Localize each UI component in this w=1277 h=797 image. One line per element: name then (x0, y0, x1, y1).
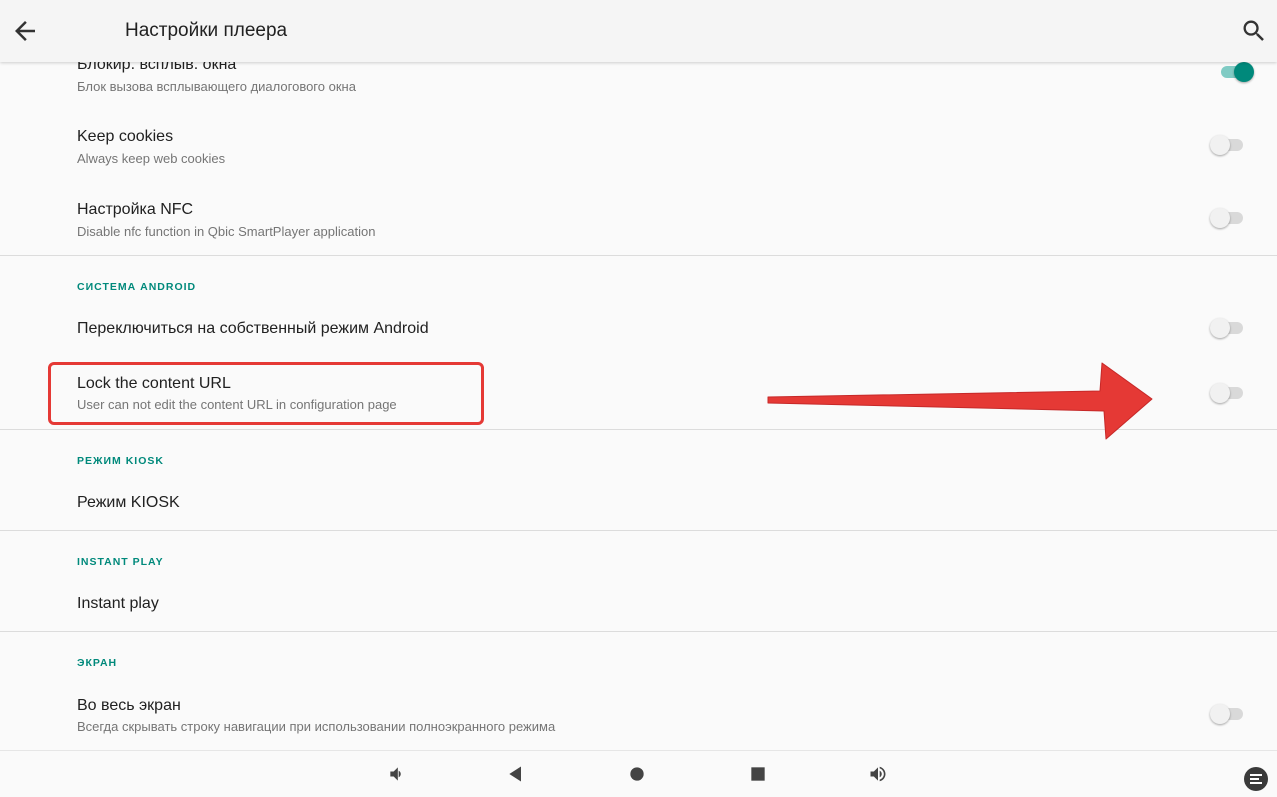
keep-cookies-switch[interactable] (1210, 134, 1246, 156)
native-android-switch[interactable] (1210, 317, 1246, 339)
search-icon[interactable] (1240, 17, 1268, 45)
pref-summary: Always keep web cookies (77, 151, 226, 166)
recents-square-icon[interactable] (748, 764, 768, 784)
arrow-back-icon[interactable] (10, 16, 40, 46)
pref-native-android[interactable]: Переключиться на собственный режим Andro… (0, 302, 1277, 357)
back-triangle-icon[interactable] (506, 764, 526, 784)
pref-title: Блокир. всплыв. окна (77, 62, 237, 73)
pref-kiosk-mode[interactable]: Режим KIOSK (0, 474, 1277, 529)
pref-title: Переключиться на собственный режим Andro… (77, 320, 429, 337)
annotation-arrow-icon (767, 362, 1153, 440)
pref-keep-cookies[interactable]: Keep cookies Always keep web cookies (0, 112, 1277, 182)
volume-down-icon[interactable] (387, 764, 407, 784)
annotation-highlight-box (48, 362, 484, 425)
pref-title: Режим KIOSK (77, 494, 180, 511)
category-kiosk: РЕЖИМ KIOSK (77, 455, 164, 467)
popup-block-switch[interactable] (1218, 62, 1254, 83)
app-bar: Настройки плеера (0, 0, 1277, 62)
pref-title: Во весь экран (77, 697, 181, 714)
pref-summary: Disable nfc function in Qbic SmartPlayer… (77, 224, 376, 239)
divider (0, 530, 1277, 531)
pref-title: Instant play (77, 595, 159, 612)
volume-up-icon[interactable] (868, 764, 888, 784)
screenshot-icon[interactable] (1243, 766, 1269, 792)
nfc-switch[interactable] (1210, 207, 1246, 229)
pref-popup-block[interactable]: Блокир. всплыв. окна Блок вызова всплыва… (0, 62, 1277, 104)
lock-content-url-switch[interactable] (1210, 382, 1246, 404)
category-screen: ЭКРАН (77, 657, 118, 669)
pref-summary: Всегда скрывать строку навигации при исп… (77, 719, 556, 734)
divider (0, 255, 1277, 256)
category-instant-play: INSTANT PLAY (77, 556, 164, 568)
home-circle-icon[interactable] (627, 764, 647, 784)
pref-title: Keep cookies (77, 128, 174, 145)
pref-title: Настройка NFC (77, 201, 194, 218)
fullscreen-switch[interactable] (1210, 703, 1246, 725)
page-title: Настройки плеера (125, 20, 288, 41)
system-nav-bar (0, 750, 1277, 797)
pref-nfc[interactable]: Настройка NFC Disable nfc function in Qb… (0, 185, 1277, 255)
pref-fullscreen[interactable]: Во весь экран Всегда скрывать строку нав… (0, 682, 1277, 750)
pref-instant-play[interactable]: Instant play (0, 575, 1277, 630)
pref-summary: Блок вызова всплывающего диалогового окн… (77, 79, 356, 94)
category-android: СИСТЕМА ANDROID (77, 281, 197, 293)
divider (0, 631, 1277, 632)
